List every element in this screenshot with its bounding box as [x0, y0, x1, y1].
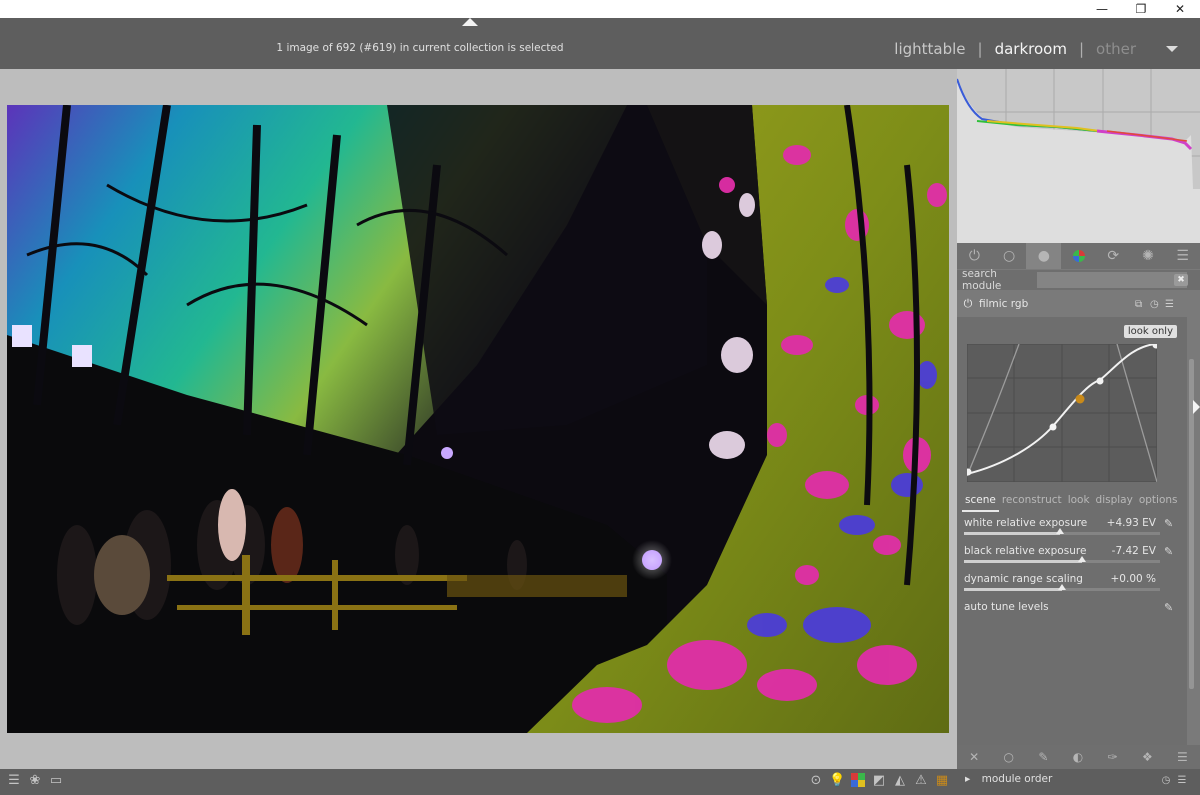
slider-knob[interactable] — [1077, 556, 1086, 562]
circle-icon[interactable]: ○ — [992, 243, 1027, 269]
expand-arrow-icon: ▸ — [965, 773, 971, 785]
photo-preview[interactable] — [7, 105, 949, 733]
slider-value[interactable]: +4.93 EV — [1107, 517, 1156, 529]
styles-icon[interactable]: ❀ — [27, 773, 43, 789]
filmic-curve — [964, 341, 1160, 483]
bottom-toolbar: ☰ ❀ ▭ ⊙ 💡 ◩ ◭ ⚠ ▦ ▸ module order ◷ ☰ — [0, 769, 1200, 795]
window-title-bar: — ❐ ✕ — [0, 0, 1200, 18]
color-assessment-icon[interactable] — [850, 773, 866, 789]
tab-scene[interactable]: scene — [962, 494, 999, 512]
softproof-icon[interactable]: ◭ — [892, 773, 908, 789]
photo-image — [7, 105, 949, 733]
white-relative-exposure-slider[interactable]: white relative exposure +4.93 EV — [964, 517, 1164, 543]
slider-track[interactable] — [964, 560, 1160, 563]
tab-look[interactable]: look — [1065, 494, 1093, 512]
view-separator: | — [977, 40, 983, 58]
module-quick-access-bar: ✕ ○ ✎ ◐ ✑ ❖ ☰ — [957, 745, 1200, 769]
menu-icon[interactable]: ☰ — [1177, 750, 1188, 764]
guides-icon[interactable]: ▦ — [934, 773, 950, 789]
module-power-icon[interactable]: ⏻ — [957, 297, 979, 311]
slider-fill — [964, 588, 1062, 591]
white-exposure-picker-icon[interactable]: ✎ — [1164, 517, 1178, 531]
black-exposure-picker-icon[interactable]: ✎ — [1164, 545, 1178, 559]
gamut-check-icon[interactable]: ⚠ — [913, 773, 929, 789]
minimize-button[interactable]: — — [1082, 0, 1122, 18]
black-relative-exposure-slider[interactable]: black relative exposure -7.42 EV — [964, 545, 1164, 571]
module-order-label: module order — [981, 773, 1053, 785]
tab-options[interactable]: options — [1136, 494, 1181, 512]
histogram-graph — [956, 69, 1200, 243]
display-icon[interactable]: ▭ — [48, 773, 64, 789]
bulb-icon[interactable]: 💡 — [829, 773, 845, 789]
close-icon[interactable]: ✕ — [969, 750, 979, 764]
menu-icon[interactable]: ☰ — [1165, 243, 1200, 269]
slider-knob[interactable] — [1056, 528, 1065, 534]
tab-display[interactable]: display — [1093, 494, 1136, 512]
module-header-filmic[interactable]: ⏻ filmic rgb ⧉ ◷ ☰ — [957, 293, 1187, 315]
close-button[interactable]: ✕ — [1160, 0, 1200, 18]
view-other[interactable]: other — [1092, 40, 1140, 58]
multi-instance-icon[interactable]: ⧉ — [1135, 299, 1142, 310]
filmic-module-body: look only scene reconstruct look display… — [957, 317, 1187, 747]
shapes-icon[interactable]: ❖ — [1142, 750, 1153, 764]
slider-label: white relative exposure — [964, 517, 1088, 529]
histogram[interactable] — [956, 69, 1200, 243]
module-name: filmic rgb — [979, 298, 1029, 310]
gradient-icon[interactable]: ◐ — [1073, 750, 1083, 764]
restore-button[interactable]: ❐ — [1121, 0, 1161, 18]
brush-icon[interactable]: ✎ — [1038, 750, 1048, 764]
slider-value[interactable]: +0.00 % — [1111, 573, 1157, 585]
slider-value[interactable]: -7.42 EV — [1112, 545, 1156, 557]
slider-knob[interactable] — [1058, 584, 1066, 590]
filled-circle-icon[interactable]: ● — [1026, 243, 1062, 269]
reset-icon[interactable]: ◷ — [1158, 773, 1174, 789]
dynamic-range-scaling-slider[interactable]: dynamic range scaling +0.00 % — [964, 573, 1164, 599]
center-view — [0, 69, 957, 769]
view-separator: | — [1078, 40, 1085, 58]
right-panel: ⏻ ○ ● ⟳ ✺ ☰ search module ✖ ⏻ filmic rgb… — [956, 69, 1200, 769]
presets-icon[interactable]: ☰ — [1165, 299, 1174, 310]
view-switcher: lighttable | darkroom | other — [890, 38, 1200, 60]
aperture-icon[interactable]: ✺ — [1131, 243, 1166, 269]
clear-search-icon[interactable]: ✖ — [1174, 274, 1188, 286]
refresh-icon[interactable]: ⟳ — [1096, 243, 1131, 269]
presets-icon[interactable]: ☰ — [1174, 773, 1190, 789]
overexposure-icon[interactable]: ◩ — [871, 773, 887, 789]
views-dropdown-chevron-icon[interactable] — [1166, 46, 1178, 52]
module-order-row[interactable]: ▸ module order — [965, 773, 1052, 785]
slider-label: black relative exposure — [964, 545, 1087, 557]
selection-status-text: 1 image of 692 (#619) in current collect… — [276, 42, 564, 54]
focus-peaking-icon[interactable]: ⊙ — [808, 773, 824, 789]
slider-fill — [964, 532, 1061, 535]
expand-right-panel-arrow-icon[interactable] — [1193, 400, 1200, 414]
filmic-curve-graph[interactable] — [964, 341, 1160, 483]
search-module-label: search module — [962, 268, 1002, 292]
search-module-row: search module ✖ — [957, 268, 1200, 292]
view-darkroom[interactable]: darkroom — [991, 40, 1071, 58]
circle-icon[interactable]: ○ — [1004, 750, 1014, 764]
path-icon[interactable]: ✑ — [1108, 750, 1118, 764]
tab-reconstruct[interactable]: reconstruct — [999, 494, 1065, 512]
filmic-tabs: scene reconstruct look display options — [962, 494, 1187, 512]
reset-icon[interactable]: ◷ — [1150, 299, 1159, 310]
view-lighttable[interactable]: lighttable — [890, 40, 969, 58]
look-only-toggle[interactable]: look only — [1123, 325, 1177, 338]
module-groups-bar: ⏻ ○ ● ⟳ ✺ ☰ — [957, 243, 1200, 269]
top-header-bar: 1 image of 692 (#619) in current collect… — [0, 18, 1200, 69]
auto-tune-label: auto tune levels — [964, 601, 1049, 613]
power-icon[interactable]: ⏻ — [957, 243, 992, 269]
search-module-input[interactable] — [1037, 272, 1187, 288]
auto-tune-picker-icon[interactable]: ✎ — [1164, 601, 1178, 615]
color-wheel-icon[interactable] — [1061, 243, 1096, 269]
slider-fill — [964, 560, 1082, 563]
auto-tune-levels-row[interactable]: auto tune levels — [964, 601, 1164, 627]
menu-icon[interactable]: ☰ — [6, 773, 22, 789]
collapse-top-panel-arrow-icon[interactable] — [462, 18, 478, 26]
